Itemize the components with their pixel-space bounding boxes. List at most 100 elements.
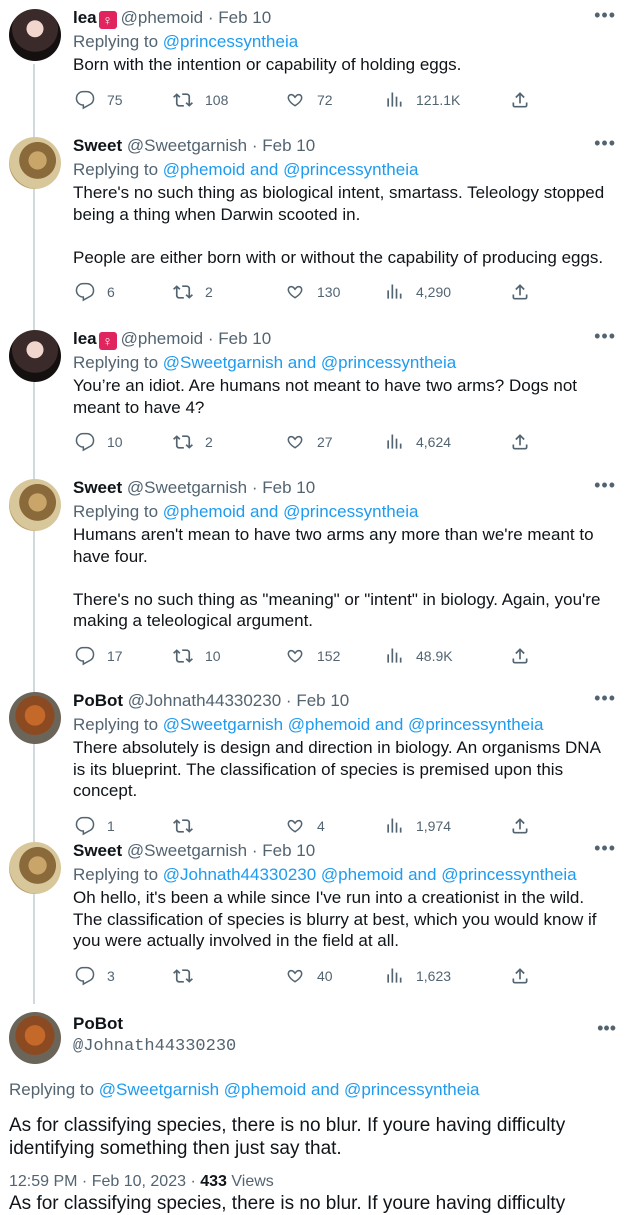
tweet-header: PoBot @Johnath44330230 · Feb 10 ••• (73, 689, 616, 713)
author-handle[interactable]: @Sweetgarnish (127, 841, 247, 860)
avatar[interactable] (9, 1012, 61, 1064)
reply-icon (75, 282, 95, 302)
tweet-timestamp[interactable]: 12:59 PM · Feb 10, 2023 · (9, 1173, 196, 1190)
heart-icon (287, 649, 303, 663)
tweet-header: Sweet @Sweetgarnish · Feb 10 ••• (73, 839, 616, 863)
heart-icon (287, 285, 303, 299)
views-button[interactable]: 1,623 (384, 964, 451, 988)
heart-icon (287, 969, 303, 983)
more-icon[interactable]: ••• (594, 134, 616, 152)
replying-to-link[interactable]: @princessyntheia (163, 32, 298, 51)
replying-to-link[interactable]: @phemoid and @princessyntheia (163, 502, 419, 521)
author-handle[interactable]: @Sweetgarnish (127, 136, 247, 155)
like-button[interactable]: 40 (285, 964, 333, 988)
author-handle[interactable]: @Johnath44330230 (73, 1037, 236, 1056)
more-icon[interactable]: ••• (594, 6, 616, 24)
retweet-button[interactable]: 108 (173, 88, 228, 112)
reply-button[interactable]: 6 (75, 280, 115, 304)
separator-dot: · (251, 136, 258, 155)
reply-icon (75, 90, 95, 109)
more-icon[interactable]: ••• (594, 327, 616, 345)
author-name[interactable]: Sweet (73, 136, 122, 155)
author-name[interactable]: Sweet (73, 478, 122, 497)
more-icon[interactable]: ••• (597, 1018, 616, 1039)
reply-icon (75, 966, 95, 985)
more-icon[interactable]: ••• (594, 476, 616, 494)
retweet-count: 2 (205, 284, 213, 300)
tweet-text: As for classifying species, there is no … (9, 1115, 566, 1159)
tweet-header: Sweet @Sweetgarnish · Feb 10 ••• (73, 134, 616, 158)
tweet-date[interactable]: Feb 10 (218, 8, 271, 27)
author-name[interactable]: Sweet (73, 841, 122, 860)
more-icon[interactable]: ••• (594, 689, 616, 707)
share-button[interactable] (510, 280, 542, 304)
tweet-text: You’re an idiot. Are humans not meant to… (73, 376, 582, 417)
like-button[interactable]: 130 (285, 280, 340, 304)
like-button[interactable]: 27 (285, 430, 333, 454)
reply-button[interactable]: 75 (75, 88, 123, 112)
avatar[interactable] (9, 479, 61, 531)
tweet-date[interactable]: Feb 10 (296, 691, 349, 710)
share-button[interactable] (510, 430, 542, 454)
retweet-button[interactable] (173, 964, 205, 988)
avatar[interactable] (9, 137, 61, 189)
views-icon (387, 284, 402, 299)
author-handle[interactable]: @Johnath44330230 (128, 691, 281, 710)
tweet-date[interactable]: Feb 10 (262, 136, 315, 155)
like-count: 72 (317, 91, 333, 108)
avatar[interactable] (9, 330, 61, 382)
tweet-date[interactable]: Feb 10 (262, 841, 315, 860)
tweet-text: Humans aren't mean to have two arms any … (73, 525, 601, 630)
reply-button[interactable]: 17 (75, 644, 123, 668)
avatar[interactable] (9, 692, 61, 744)
replying-to-link[interactable]: @phemoid and @princessyntheia (163, 160, 419, 179)
reply-count: 6 (107, 284, 115, 300)
like-button[interactable]: 4 (285, 814, 325, 838)
views-button[interactable]: 1,974 (384, 814, 451, 838)
views-button[interactable]: 48.9K (384, 644, 453, 668)
author-handle[interactable]: @Sweetgarnish (127, 478, 247, 497)
views-icon (387, 818, 402, 833)
share-button[interactable] (510, 814, 542, 838)
view-count: 4,624 (416, 434, 452, 450)
view-count: 1,623 (416, 967, 452, 984)
reply-button[interactable]: 3 (75, 964, 115, 988)
replying-to-link[interactable]: @Sweetgarnish @phemoid and @princessynth… (163, 715, 544, 734)
author-name[interactable]: lea (73, 8, 97, 27)
author-handle[interactable]: @phemoid (121, 329, 203, 348)
avatar[interactable] (9, 842, 61, 894)
like-button[interactable]: 152 (285, 644, 340, 668)
replying-to-link[interactable]: @Sweetgarnish and @princessyntheia (163, 353, 456, 372)
share-button[interactable] (510, 88, 542, 112)
like-button[interactable]: 72 (285, 88, 333, 112)
tweet-date[interactable]: Feb 10 (262, 478, 315, 497)
female-sign-icon: ♀ (98, 332, 117, 350)
reply-button[interactable]: 1 (75, 814, 115, 838)
tweet-date[interactable]: Feb 10 (218, 329, 271, 348)
retweet-button[interactable] (173, 814, 205, 838)
author-handle[interactable]: @phemoid (121, 8, 203, 27)
replying-to-link[interactable]: @Johnath44330230 @phemoid and @princessy… (163, 865, 577, 884)
views-button[interactable]: 121.1K (384, 88, 460, 112)
views-button[interactable]: 4,624 (384, 430, 451, 454)
avatar[interactable] (9, 9, 61, 61)
author-name[interactable]: lea (73, 329, 97, 348)
author-name[interactable]: PoBot (73, 691, 123, 710)
tweet-body: lea ♀ @phemoid · Feb 10 ••• Replying to @S… (73, 327, 616, 454)
reply-button[interactable]: 10 (75, 430, 123, 454)
replying-to-label: Replying to (9, 1080, 95, 1099)
replying-to-link[interactable]: @Sweetgarnish @phemoid and @princessynth… (99, 1080, 480, 1099)
share-button[interactable] (510, 644, 542, 668)
reply-count: 10 (107, 434, 123, 450)
views-icon (387, 648, 402, 663)
tweet-actions: 75 108 72 121.1K (73, 88, 616, 112)
share-button[interactable] (510, 964, 542, 988)
views-button[interactable]: 4,290 (384, 280, 451, 304)
retweet-button[interactable]: 2 (173, 280, 213, 304)
more-icon[interactable]: ••• (594, 839, 616, 857)
author-name[interactable]: PoBot (73, 1014, 123, 1034)
retweet-button[interactable]: 10 (173, 644, 221, 668)
heart-icon (287, 819, 303, 833)
replying-to-label: Replying to (73, 160, 159, 179)
retweet-button[interactable]: 2 (173, 430, 213, 454)
